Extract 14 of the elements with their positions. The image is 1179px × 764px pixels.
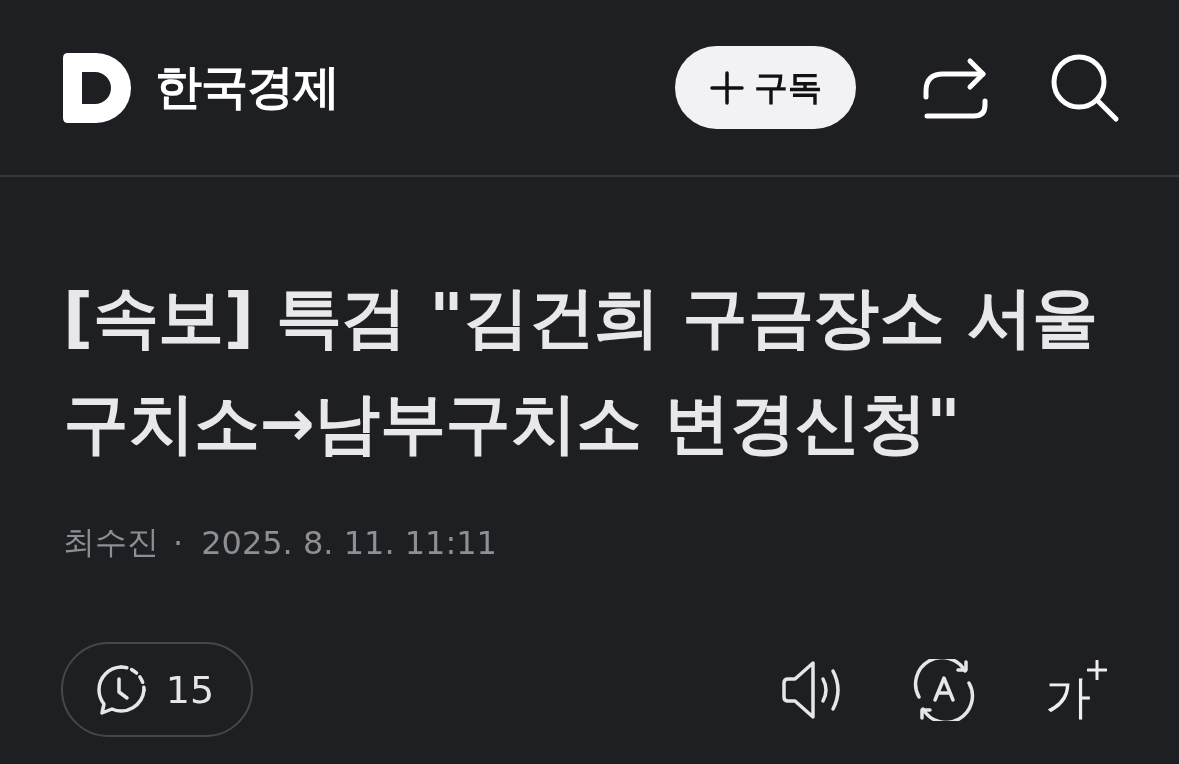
translate-icon[interactable]	[913, 658, 975, 721]
logo-icon	[63, 52, 131, 123]
publish-date: 2025. 8. 11. 11:11	[201, 524, 497, 562]
share-icon[interactable]	[922, 56, 990, 119]
font-size-button[interactable]: 가	[1045, 659, 1107, 720]
author-name: 최수진	[63, 522, 159, 563]
subscribe-button[interactable]: 구독	[675, 46, 856, 129]
search-icon[interactable]	[1050, 52, 1120, 123]
plus-icon	[709, 70, 744, 105]
headline: [속보] 특검 "김건희 구금장소 서울 구치소→남부구치소 변경신청"	[63, 278, 1099, 464]
plus-icon	[1087, 659, 1107, 680]
publisher-name: 한국경제	[155, 58, 339, 116]
separator: ·	[173, 524, 184, 562]
comments-button[interactable]: 15	[61, 642, 253, 737]
